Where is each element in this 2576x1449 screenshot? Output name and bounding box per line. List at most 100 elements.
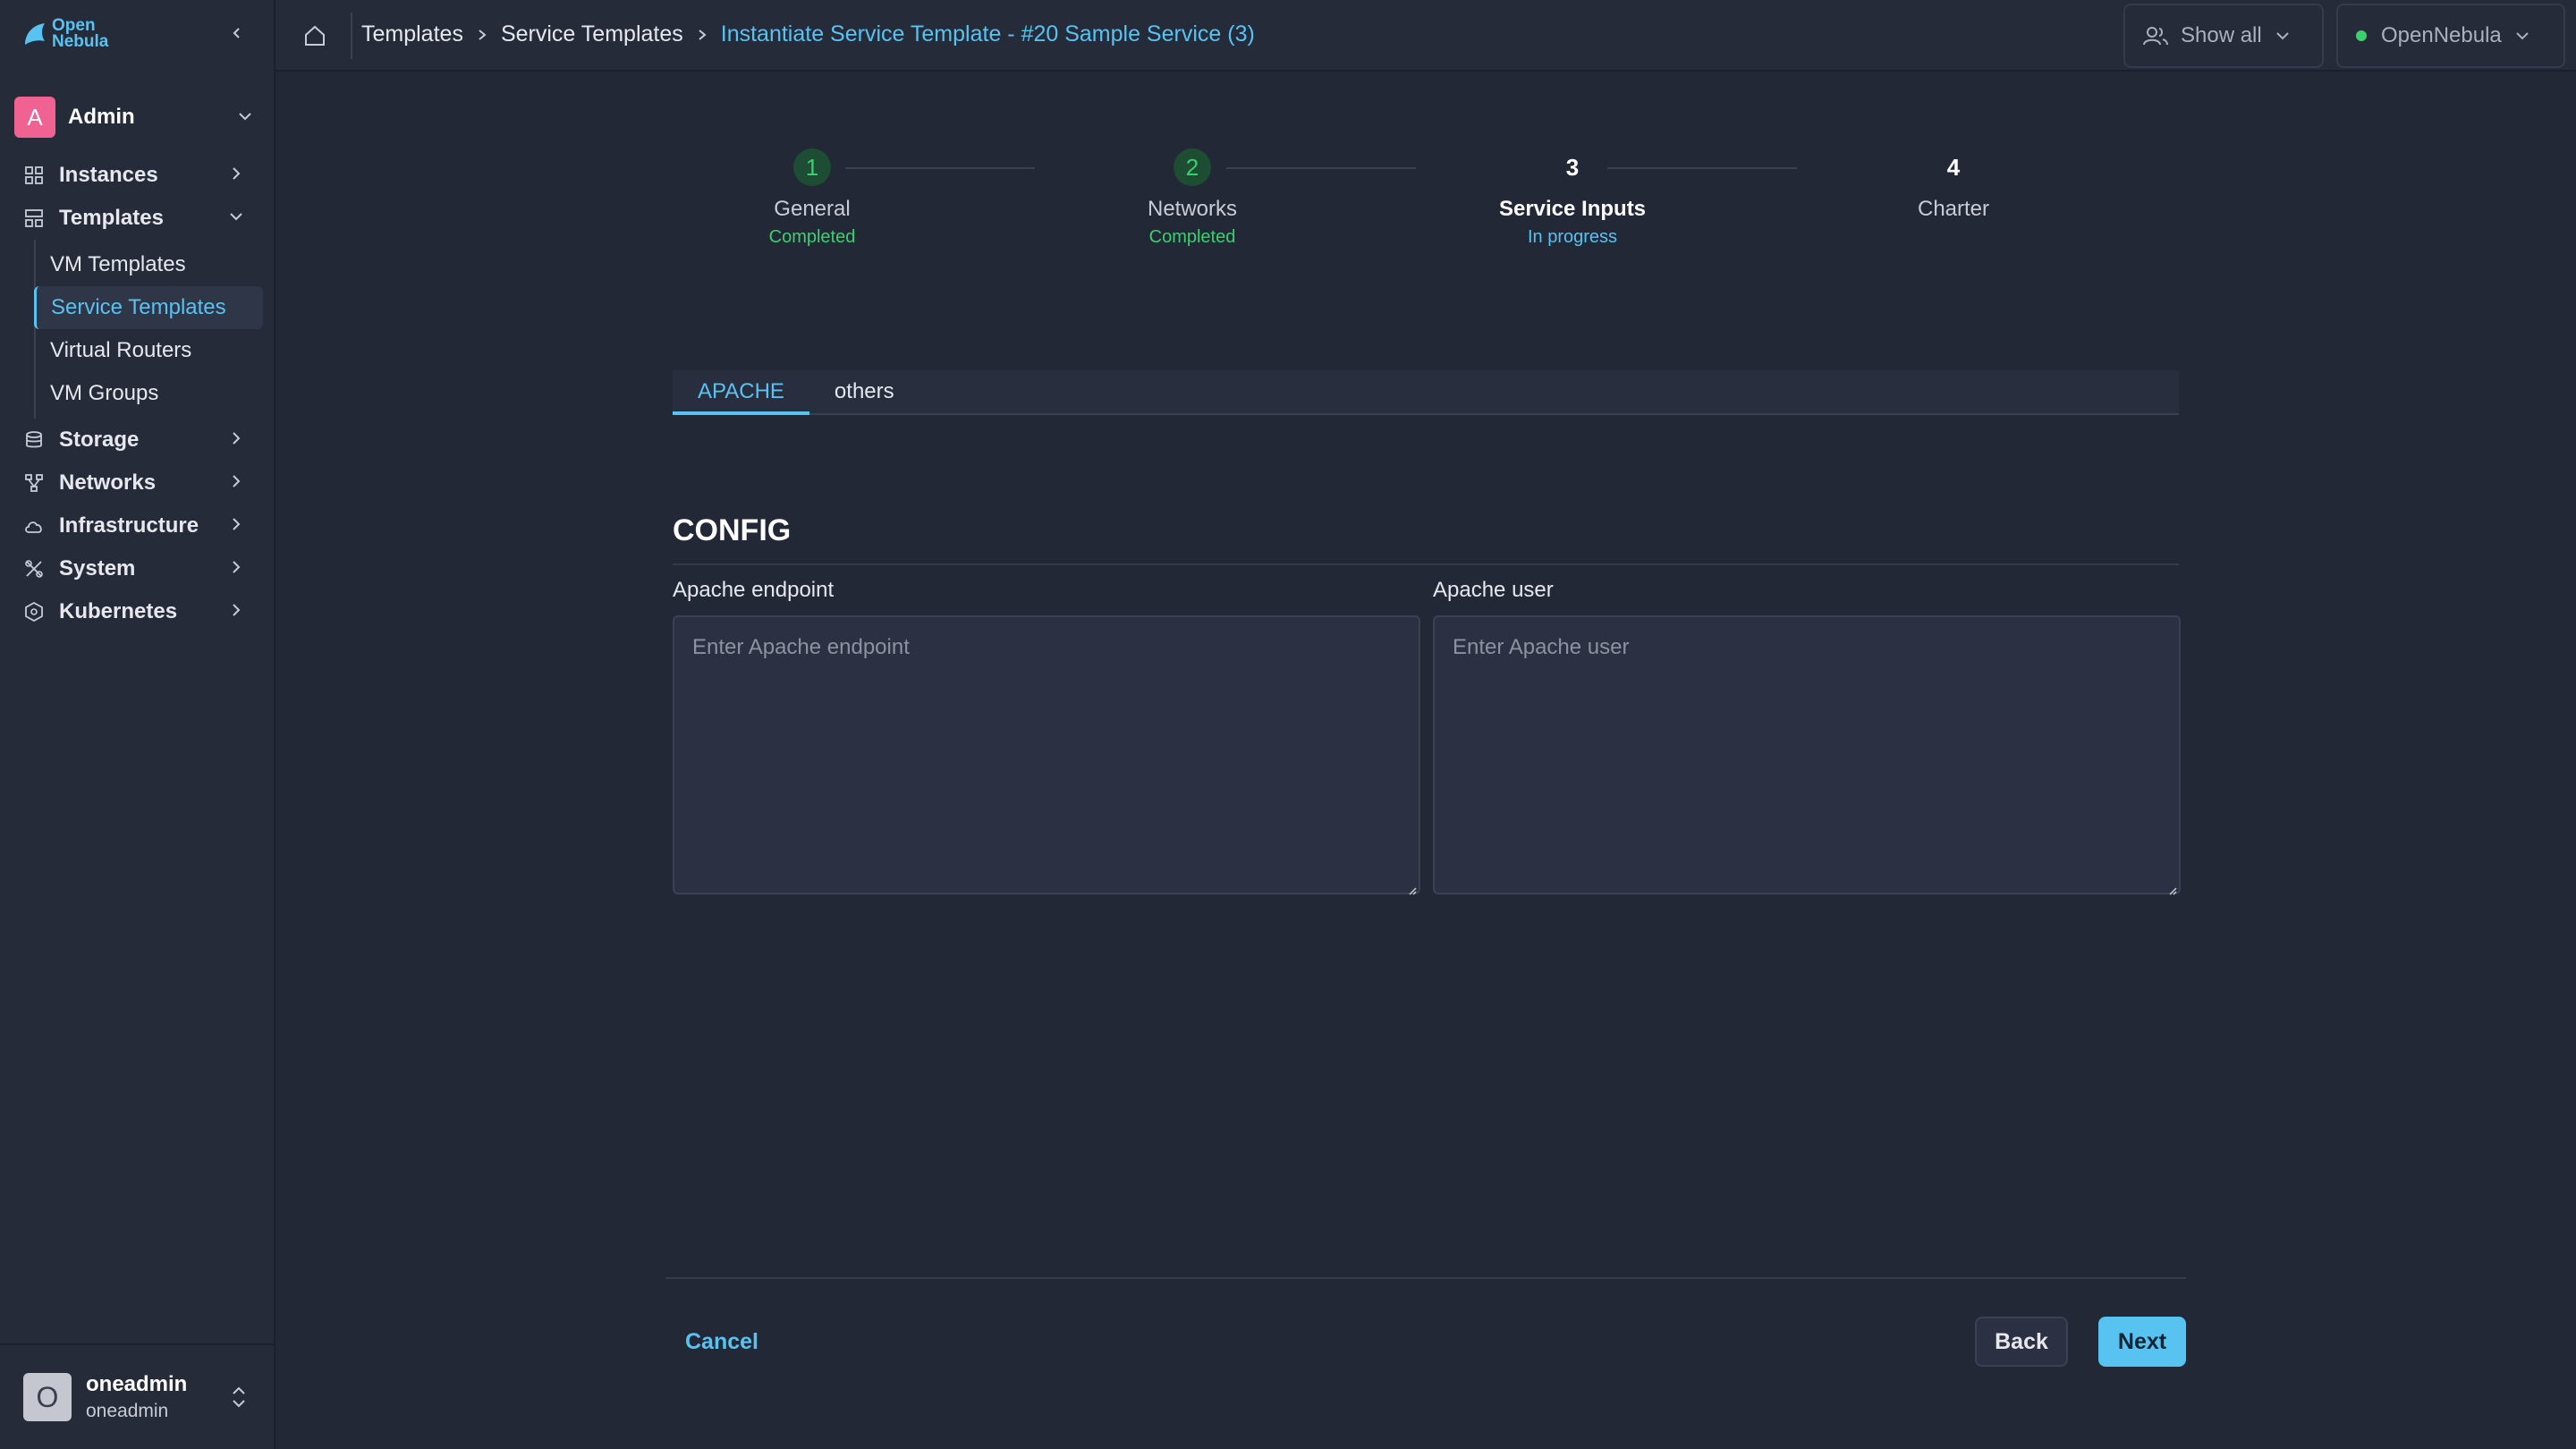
breadcrumb-current: Instantiate Service Template - #20 Sampl… bbox=[720, 21, 1255, 47]
sidebar-nav: Instances Templates VM Templates Service… bbox=[0, 154, 275, 633]
sidebar-item-label: System bbox=[59, 556, 136, 580]
apache-user-input[interactable] bbox=[1433, 615, 2181, 894]
breadcrumb-templates[interactable]: Templates bbox=[361, 21, 463, 47]
step-networks[interactable]: 2 Networks Completed bbox=[1058, 148, 1326, 248]
role-tabs: APACHE others bbox=[673, 370, 2179, 415]
chevron-right-icon bbox=[476, 28, 488, 42]
group-name: Admin bbox=[68, 105, 135, 129]
user-group: oneadmin bbox=[86, 1401, 169, 1421]
step-status: Completed bbox=[1148, 227, 1236, 247]
templates-subnav: VM Templates Service Templates Virtual R… bbox=[34, 240, 275, 419]
step-charter[interactable]: 4 Charter bbox=[1819, 148, 2088, 222]
wizard-stepper: 1 General Completed 2 Networks Completed… bbox=[673, 148, 2179, 265]
group-avatar: A bbox=[14, 97, 55, 138]
home-button[interactable] bbox=[299, 20, 331, 52]
chevron-right-icon bbox=[233, 518, 241, 530]
step-label: Networks bbox=[1147, 197, 1238, 221]
sidebar: Open Nebula A Admin Instances Templates … bbox=[0, 0, 275, 1449]
cancel-button[interactable]: Cancel bbox=[673, 1317, 771, 1367]
logo-icon bbox=[25, 23, 45, 45]
sidebar-item-kubernetes[interactable]: Kubernetes bbox=[0, 590, 275, 633]
chevron-right-icon bbox=[233, 167, 241, 180]
kubernetes-icon bbox=[23, 601, 45, 623]
home-icon bbox=[305, 25, 325, 46]
step-number: 2 bbox=[1174, 148, 1211, 186]
networks-icon bbox=[23, 472, 45, 494]
chevron-left-icon bbox=[233, 28, 240, 38]
resize-handle-icon[interactable] bbox=[1406, 885, 1417, 895]
section-title: CONFIG bbox=[673, 513, 792, 547]
topbar-divider bbox=[351, 13, 352, 59]
sidebar-item-networks[interactable]: Networks bbox=[0, 462, 275, 504]
breadcrumb: Templates Service Templates Instantiate … bbox=[361, 21, 1255, 47]
user-name: oneadmin bbox=[86, 1372, 188, 1396]
chevron-right-icon bbox=[233, 432, 241, 445]
sidebar-item-label: Networks bbox=[59, 470, 157, 495]
chevron-down-icon bbox=[2276, 32, 2289, 40]
step-general[interactable]: 1 General Completed bbox=[678, 148, 946, 248]
sidebar-item-label: Infrastructure bbox=[59, 513, 199, 538]
system-icon bbox=[23, 558, 45, 580]
instances-icon bbox=[23, 165, 45, 186]
tab-others[interactable]: others bbox=[809, 370, 919, 413]
zone-status-dot bbox=[2356, 30, 2367, 41]
chevron-right-icon bbox=[696, 28, 708, 42]
sidebar-item-label: Instances bbox=[59, 163, 158, 187]
step-label: Service Inputs bbox=[1498, 197, 1647, 221]
back-button[interactable]: Back bbox=[1975, 1317, 2068, 1367]
chevron-right-icon bbox=[233, 604, 241, 616]
chevron-right-icon bbox=[233, 475, 241, 487]
step-label: General bbox=[774, 197, 851, 221]
logo-text-line2: Nebula bbox=[52, 32, 109, 51]
sidebar-item-label: Kubernetes bbox=[59, 599, 178, 623]
group-switcher[interactable]: A Admin bbox=[14, 93, 263, 141]
sidebar-item-virtual-routers[interactable]: Virtual Routers bbox=[36, 329, 263, 372]
step-service-inputs[interactable]: 3 Service Inputs In progress bbox=[1438, 148, 1707, 248]
step-number: 4 bbox=[1946, 153, 1961, 181]
show-all-dropdown[interactable]: Show all bbox=[2123, 4, 2324, 68]
breadcrumb-service-templates[interactable]: Service Templates bbox=[501, 21, 683, 47]
sidebar-item-system[interactable]: System bbox=[0, 547, 275, 590]
apache-endpoint-input[interactable] bbox=[673, 615, 1420, 894]
sidebar-item-instances[interactable]: Instances bbox=[0, 154, 275, 197]
chevron-right-icon bbox=[233, 561, 241, 573]
apache-user-label: Apache user bbox=[1433, 578, 1554, 602]
zone-label: OpenNebula bbox=[2381, 23, 2502, 47]
templates-icon bbox=[23, 208, 45, 229]
opennebula-logo[interactable]: Open Nebula bbox=[21, 17, 109, 51]
sidebar-item-storage[interactable]: Storage bbox=[0, 419, 275, 462]
apache-endpoint-label: Apache endpoint bbox=[673, 578, 835, 602]
sidebar-item-infrastructure[interactable]: Infrastructure bbox=[0, 504, 275, 547]
apache-user-field-group: Apache user bbox=[1433, 578, 2181, 899]
apache-endpoint-field-group: Apache endpoint bbox=[673, 578, 1420, 899]
step-number: 3 bbox=[1565, 153, 1580, 181]
sidebar-header: Open Nebula bbox=[21, 14, 254, 59]
sidebar-item-vm-templates[interactable]: VM Templates bbox=[36, 243, 263, 286]
storage-icon bbox=[23, 429, 45, 451]
tab-apache[interactable]: APACHE bbox=[673, 370, 809, 415]
resize-handle-icon[interactable] bbox=[2166, 885, 2177, 895]
footer-divider bbox=[665, 1277, 2186, 1279]
zone-dropdown[interactable]: OpenNebula bbox=[2336, 4, 2565, 68]
show-all-label: Show all bbox=[2181, 23, 2262, 47]
cloud-icon bbox=[23, 515, 45, 537]
next-button[interactable]: Next bbox=[2098, 1317, 2186, 1367]
sidebar-item-templates[interactable]: Templates bbox=[0, 197, 275, 240]
sidebar-item-label: Templates bbox=[59, 206, 164, 230]
collapse-sidebar-button[interactable] bbox=[225, 21, 249, 45]
avatar: O bbox=[23, 1373, 72, 1421]
sidebar-item-label: Storage bbox=[59, 428, 140, 452]
step-label: Charter bbox=[1917, 197, 1990, 221]
chevron-down-icon bbox=[230, 213, 242, 221]
step-number: 1 bbox=[793, 148, 831, 186]
step-status: Completed bbox=[768, 227, 856, 247]
user-menu[interactable]: O oneadmin oneadmin bbox=[0, 1343, 274, 1449]
chevron-down-icon bbox=[2516, 32, 2529, 40]
users-icon bbox=[2143, 27, 2168, 46]
unfold-icon bbox=[233, 1386, 245, 1408]
section-divider bbox=[673, 564, 2179, 565]
top-bar: Templates Service Templates Instantiate … bbox=[275, 0, 2576, 72]
sidebar-item-service-templates[interactable]: Service Templates bbox=[34, 286, 263, 329]
step-status: In progress bbox=[1527, 227, 1618, 247]
sidebar-item-vm-groups[interactable]: VM Groups bbox=[36, 372, 263, 415]
